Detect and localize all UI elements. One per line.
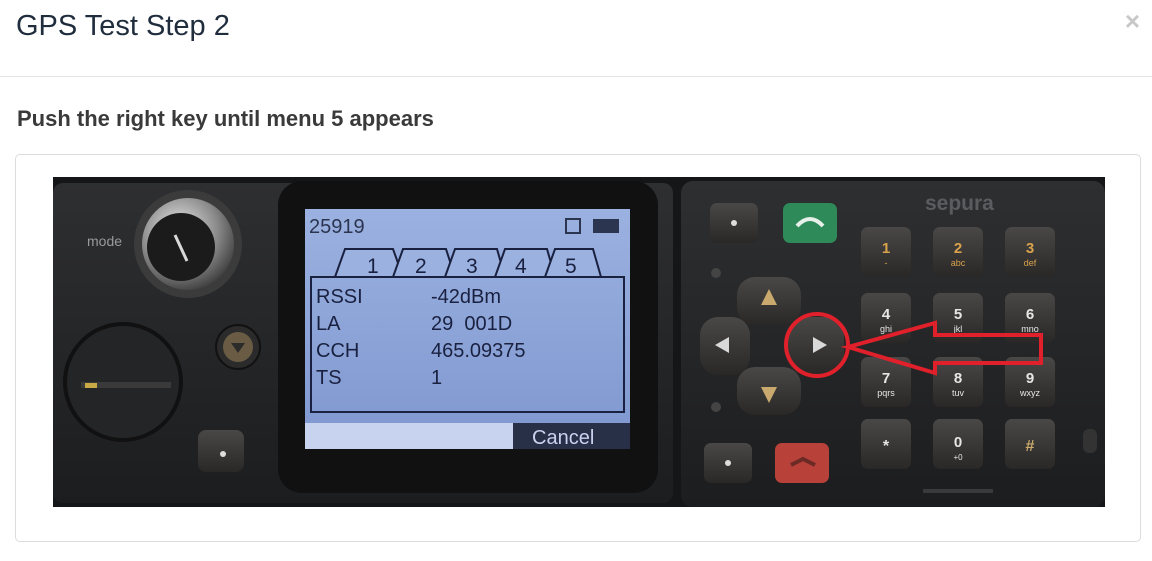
key-2-digit: 2 [954,240,962,257]
key-9-letters: wxyz [1019,388,1040,398]
screen-tab-1: 1 [367,255,379,278]
key-7-letters: pqrs [877,388,895,398]
key-0-letters: +0 [953,453,963,462]
key-9-digit: 9 [1026,370,1034,387]
screen-row-label-ts: TS [316,367,342,389]
close-button[interactable]: × [1125,4,1140,38]
key-3-digit: 3 [1026,240,1034,257]
modal-title: GPS Test Step 2 [16,10,230,42]
mode-label: mode [87,233,122,249]
key-3-letters: def [1024,258,1037,268]
screen-row-value-rssi: -42dBm [431,286,501,308]
key-5-letters: jkl [953,324,963,334]
radio-device-photo: mode 25919 1 2 3 4 5 RSSI -42dBm LA 29 0… [53,177,1105,507]
step-instruction: Push the right key until menu 5 appears [17,106,434,131]
key-6-digit: 6 [1026,306,1034,323]
key-7-digit: 7 [882,370,890,387]
screen-row-label-la: LA [316,313,341,335]
key-5-digit: 5 [954,306,962,323]
left-soft-key [198,430,244,472]
key-hash: # [1026,438,1035,455]
screen-tab-3: 3 [466,255,478,278]
red-end-key [775,443,829,483]
modal-header: GPS Test Step 2 × [0,0,1152,77]
key-1-digit: 1 [882,240,890,257]
key-1-letters: - [885,258,888,268]
screen-row-label-cch: CCH [316,340,359,362]
key-0-digit: 0 [954,434,962,451]
key-6-letters: mno [1021,324,1039,334]
key-8-letters: tuv [952,388,965,398]
screen-row-value-cch: 465.09375 [431,340,526,362]
brand-logo: sepura [925,192,994,215]
screen-row-label-rssi: RSSI [316,286,363,308]
key-4-digit: 4 [882,306,891,323]
key-2-letters: abc [951,258,966,268]
key-8-digit: 8 [954,370,962,387]
screen-row-value-la: 29 001D [431,313,512,335]
screen-tab-4: 4 [515,255,527,278]
key-star: * [883,438,890,455]
screen-softkey-cancel: Cancel [532,427,594,449]
screen-tab-2: 2 [415,255,427,278]
green-call-key [783,203,837,243]
screen-id-number: 25919 [309,216,365,238]
screen-tab-5: 5 [565,255,577,278]
key-4-letters: ghi [880,324,892,334]
screen-row-value-ts: 1 [431,367,442,389]
